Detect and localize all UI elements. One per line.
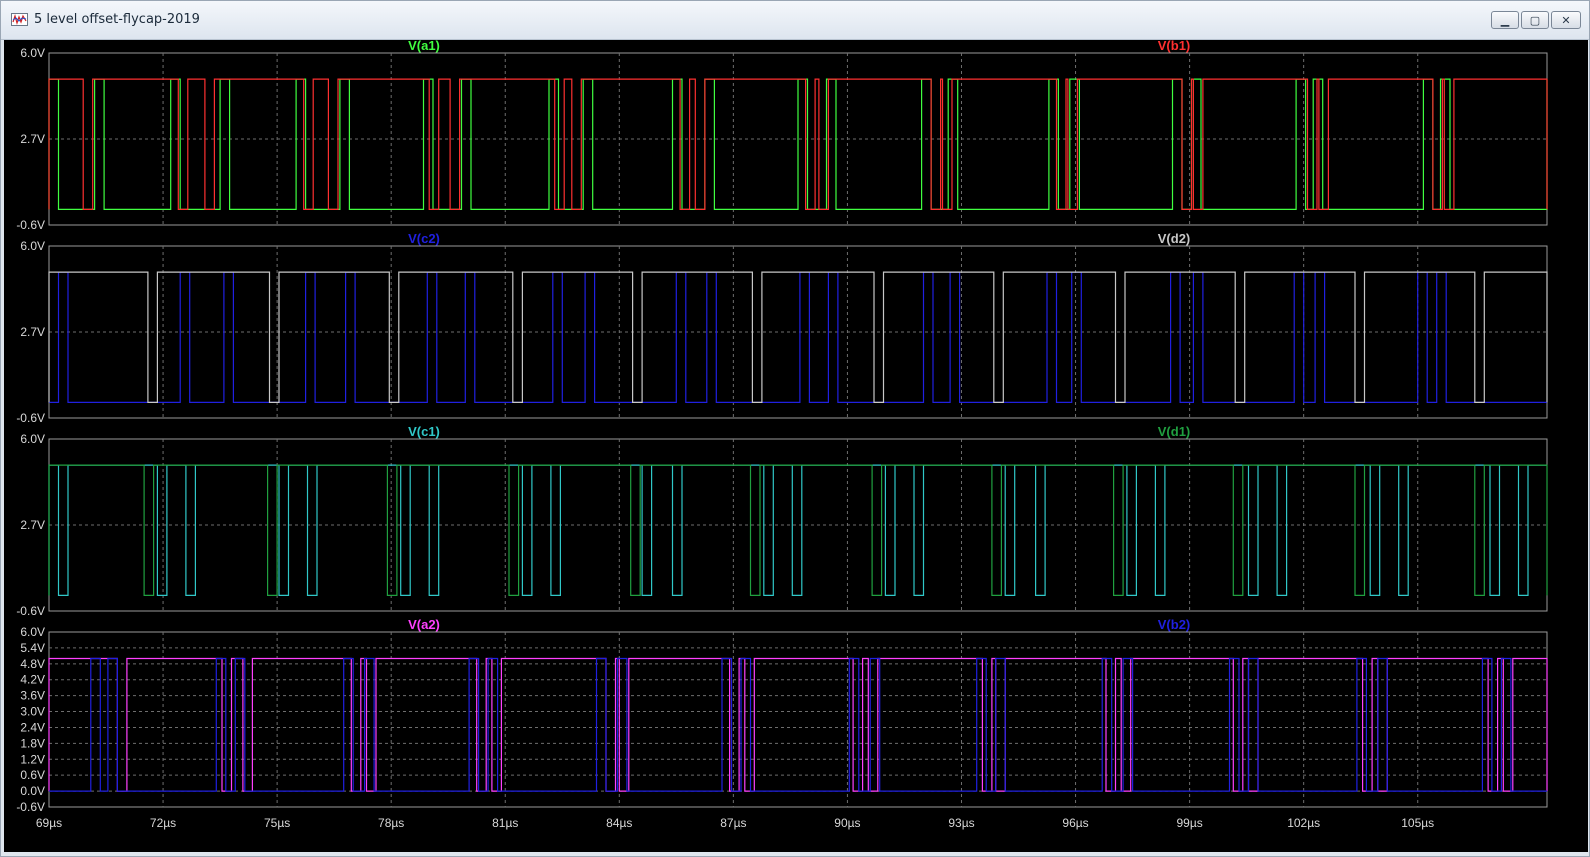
- x-tick-label: 105µs: [1401, 816, 1434, 830]
- series-vc1-trace: [48, 464, 1547, 597]
- y-tick-label: -0.6V: [16, 218, 45, 232]
- y-tick-label: 1.8V: [20, 736, 45, 750]
- series-vc2-trace: [49, 271, 1547, 403]
- series-vb2-trace: [49, 657, 1547, 792]
- x-tick-label: 99µs: [1176, 816, 1202, 830]
- y-tick-label: -0.6V: [16, 604, 45, 618]
- waveform-viewer[interactable]: 6.0V 2.7V -0.6V V(a1) V(b1) 6.0V 2.7V -0.6V V(c2…: [4, 40, 1588, 852]
- minimize-button[interactable]: ▁: [1491, 11, 1519, 29]
- x-tick-label: 81µs: [492, 816, 518, 830]
- y-tick-label: 2.7V: [20, 132, 45, 146]
- waveform-icon: [11, 13, 28, 26]
- series-vd2-trace: [48, 271, 1548, 403]
- legend-va2: V(a2): [408, 617, 440, 632]
- x-tick-label: 96µs: [1062, 816, 1088, 830]
- x-tick-label: 84µs: [606, 816, 632, 830]
- x-tick-label: 78µs: [378, 816, 404, 830]
- y-tick-label: 4.8V: [20, 657, 45, 671]
- y-tick-label: -0.6V: [16, 800, 45, 814]
- app-window: 5 level offset-flycap-2019 ▁ ▢ ✕ 6.0V 2.7…: [0, 0, 1590, 857]
- y-tick-label: 6.0V: [20, 239, 45, 253]
- y-tick-label: 4.2V: [20, 673, 45, 687]
- x-tick-label: 90µs: [834, 816, 860, 830]
- y-tick-label: 2.4V: [20, 720, 45, 734]
- close-button[interactable]: ✕: [1551, 11, 1581, 29]
- minimize-icon: ▁: [1500, 13, 1510, 27]
- legend-vd2: V(d2): [1158, 231, 1191, 246]
- y-tick-label: 6.0V: [20, 432, 45, 446]
- maximize-icon: ▢: [1529, 13, 1541, 27]
- waveform-plot[interactable]: 6.0V 2.7V -0.6V V(a1) V(b1) 6.0V 2.7V -0.6V V(c2…: [4, 40, 1588, 852]
- y-tick-label: 3.0V: [20, 705, 45, 719]
- legend-vb2: V(b2): [1158, 617, 1191, 632]
- y-tick-label: 2.7V: [20, 325, 45, 339]
- x-tick-label: 87µs: [720, 816, 746, 830]
- window-title: 5 level offset-flycap-2019: [34, 12, 200, 27]
- y-tick-label: 3.6V: [20, 689, 45, 703]
- legend-vc1: V(c1): [408, 424, 440, 439]
- y-tick-label: 6.0V: [20, 46, 45, 60]
- legend-vd1: V(d1): [1158, 424, 1191, 439]
- series-va1-trace: [48, 78, 1548, 210]
- y-tick-label: -0.6V: [16, 411, 45, 425]
- x-tick-label: 72µs: [150, 816, 176, 830]
- y-tick-label: 0.6V: [20, 768, 45, 782]
- x-tick-label: 102µs: [1287, 816, 1320, 830]
- close-icon: ✕: [1561, 13, 1571, 27]
- legend-va1: V(a1): [408, 40, 440, 53]
- legend-vc2: V(c2): [408, 231, 440, 246]
- y-tick-label: 1.2V: [20, 752, 45, 766]
- x-tick-label: 93µs: [948, 816, 974, 830]
- y-tick-label: 2.7V: [20, 518, 45, 532]
- y-tick-label: 0.0V: [20, 784, 45, 798]
- title-bar[interactable]: 5 level offset-flycap-2019 ▁ ▢ ✕: [1, 1, 1589, 40]
- legend-vb1: V(b1): [1158, 40, 1191, 53]
- maximize-button[interactable]: ▢: [1521, 11, 1549, 29]
- y-tick-label: 6.0V: [20, 625, 45, 639]
- x-tick-label: 69µs: [36, 816, 62, 830]
- series-va2-trace: [48, 657, 1548, 792]
- series-vd1-trace: [48, 464, 1548, 597]
- y-tick-label: 5.4V: [20, 641, 45, 655]
- x-tick-label: 75µs: [264, 816, 290, 830]
